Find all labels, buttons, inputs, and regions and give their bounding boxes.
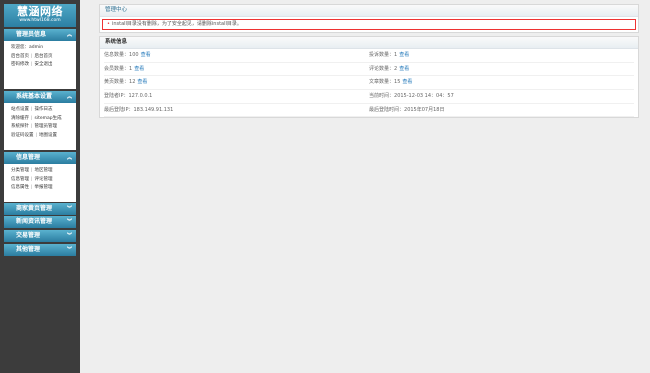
view-link[interactable]: 查看 <box>400 79 412 85</box>
sidebar-link[interactable]: 密码修改 <box>11 62 29 67</box>
chevron-down-icon: ︾ <box>66 206 72 212</box>
section-trade-header[interactable]: 交易管理 ︾ <box>4 230 76 242</box>
chevron-down-icon: ︾ <box>66 219 72 225</box>
info-item: 信息数量：100 查看 <box>104 49 369 63</box>
sidebar-row: 站点设置 | 操作日志 <box>11 106 76 115</box>
sidebar-link[interactable]: 系统探针 <box>11 124 29 129</box>
sidebar-link[interactable]: 地图设置 <box>39 133 57 138</box>
info-item: 登陆者IP：127.0.0.1 <box>104 90 369 104</box>
info-item: 当前时间：2015-12-03 14：04：57 <box>369 90 634 104</box>
chevron-up-icon: ︽ <box>66 94 72 100</box>
sidebar-row: 后台首页 | 后台首页 <box>11 53 76 62</box>
info-value: 183.149.91.131 <box>133 106 174 113</box>
view-link[interactable]: 查看 <box>139 52 151 58</box>
sidebar-row: 验证码设置 | 地图设置 <box>11 132 76 141</box>
sidebar-link[interactable]: 后台首页 <box>35 54 53 59</box>
sidebar-link[interactable]: 评论管理 <box>35 177 53 182</box>
sidebar-row: 信息属性 | 举报管理 <box>11 184 76 193</box>
sidebar-link[interactable]: 信息管理 <box>11 177 29 182</box>
section-news-title: 新闻资讯管理 <box>16 218 53 225</box>
info-label: 最后登陆IP： <box>104 106 134 113</box>
view-link[interactable]: 查看 <box>132 66 144 72</box>
sidebar-row: 清除缓存 | sitemap生成 <box>11 115 76 124</box>
sidebar-link[interactable]: 操作日志 <box>35 107 53 112</box>
section-admin-title: 管理员信息 <box>16 31 47 38</box>
view-link[interactable]: 查看 <box>397 66 409 72</box>
info-value: 100 <box>129 52 139 58</box>
section-system-body: 站点设置 | 操作日志 清除缓存 | sitemap生成 系统探针 | 管理员管理 验证码设置 | 地… <box>4 103 76 150</box>
info-label: 当前时间： <box>369 93 395 100</box>
view-link[interactable]: 查看 <box>397 52 409 58</box>
info-item: 最后登陆IP：183.149.91.131 <box>104 104 369 118</box>
info-value: 127.0.0.1 <box>128 93 153 100</box>
sidebar: 慧涵网络 www.htwl168.com 管理员信息 ︽ 欢迎您：admin 后台首… <box>0 0 80 373</box>
sidebar-link[interactable]: 清除缓存 <box>11 116 29 121</box>
sidebar-link[interactable]: sitemap生成 <box>35 116 62 121</box>
sidebar-link[interactable]: 站点设置 <box>11 107 29 112</box>
info-label: 文章数量： <box>369 79 395 86</box>
info-item: 黄页数量：12 查看 <box>104 76 369 91</box>
info-item: 最后登陆时间：2015年07月18日 <box>369 104 634 118</box>
sidebar-link[interactable]: 地区管理 <box>35 168 53 173</box>
system-info-grid: 信息数量：100 查看 投诉数量：1 查看 会员数量：1 查看 评论数量：2 查看 黄页数量：1… <box>100 49 638 118</box>
warning-text: install目录没有删除，为了安全起见，请删除install目录。 <box>111 21 242 27</box>
chevron-up-icon: ︽ <box>66 32 72 38</box>
info-label: 评论数量： <box>369 65 395 72</box>
view-link[interactable]: 查看 <box>135 79 147 85</box>
info-item: 会员数量：1 查看 <box>104 63 369 77</box>
warning-banner: • install目录没有删除，为了安全起见，请删除install目录。 <box>102 19 636 30</box>
sidebar-link[interactable]: 举报管理 <box>35 185 53 190</box>
section-merchant-title: 商家黄页管理 <box>16 205 53 212</box>
info-value: 2015年07月18日 <box>404 106 445 113</box>
system-info-panel: 系统信息 信息数量：100 查看 投诉数量：1 查看 会员数量：1 查看 评论数量：2 查看黄… <box>99 36 639 119</box>
main-content: 管理中心 • install目录没有删除，为了安全起见，请删除install目录。… <box>99 4 639 119</box>
sidebar-row: 系统探针 | 管理员管理 <box>11 123 76 132</box>
info-value: 2015-12-03 14：04：57 <box>394 93 454 100</box>
section-info-body: 分类管理 | 地区管理 信息管理 | 评论管理 信息属性 | 举报管理 <box>4 164 76 202</box>
chevron-up-icon: ︽ <box>66 155 72 161</box>
section-merchant-header[interactable]: 商家黄页管理 ︾ <box>4 203 76 215</box>
info-label: 会员数量： <box>104 65 130 72</box>
sidebar-link[interactable]: 分类管理 <box>11 168 29 173</box>
sidebar-link[interactable]: 管理员管理 <box>35 124 58 129</box>
section-news-header[interactable]: 新闻资讯管理 ︾ <box>4 216 76 228</box>
sidebar-row: 信息管理 | 评论管理 <box>11 176 76 185</box>
sidebar-link[interactable]: 安全退出 <box>35 62 53 67</box>
admin-center-panel: 管理中心 • install目录没有删除，为了安全起见，请删除install目录。 <box>99 4 639 33</box>
section-other-header[interactable]: 其他管理 ︾ <box>4 244 76 256</box>
sidebar-link[interactable]: 信息属性 <box>11 185 29 190</box>
section-other-title: 其他管理 <box>16 246 41 253</box>
logo: 慧涵网络 www.htwl168.com <box>4 4 76 27</box>
section-info-title: 信息管理 <box>16 154 41 161</box>
section-admin-body: 欢迎您：admin 后台首页 | 后台首页 密码修改 | 安全退出 <box>4 41 76 89</box>
info-item: 文章数量：15 查看 <box>369 76 634 91</box>
info-label: 投诉数量： <box>369 52 395 58</box>
section-trade-title: 交易管理 <box>16 232 41 239</box>
section-admin-header[interactable]: 管理员信息 ︽ <box>4 29 76 41</box>
chevron-down-icon: ︾ <box>66 247 72 253</box>
info-item: 评论数量：2 查看 <box>369 63 634 77</box>
section-system-header[interactable]: 系统基本设置 ︽ <box>4 91 76 103</box>
info-label: 最后登陆时间： <box>369 106 405 113</box>
info-label: 黄页数量： <box>104 79 130 86</box>
info-label: 信息数量： <box>104 52 130 58</box>
system-info-title: 系统信息 <box>100 37 638 49</box>
info-item: 投诉数量：1 查看 <box>369 49 634 63</box>
chevron-down-icon: ︾ <box>66 233 72 239</box>
section-system-title: 系统基本设置 <box>16 93 53 100</box>
panel-title: 管理中心 <box>100 5 638 17</box>
logo-title: 慧涵网络 <box>17 5 63 18</box>
sidebar-link[interactable]: 欢迎您：admin <box>11 45 43 50</box>
sidebar-link[interactable]: 验证码设置 <box>11 133 34 138</box>
sidebar-link[interactable]: 后台首页 <box>11 54 29 59</box>
sidebar-row: 分类管理 | 地区管理 <box>11 167 76 176</box>
sidebar-row: 密码修改 | 安全退出 <box>11 61 76 70</box>
info-label: 登陆者IP： <box>104 93 129 100</box>
logo-url: www.htwl168.com <box>19 18 61 23</box>
section-info-header[interactable]: 信息管理 ︽ <box>4 152 76 164</box>
sidebar-row: 欢迎您：admin <box>11 44 76 53</box>
